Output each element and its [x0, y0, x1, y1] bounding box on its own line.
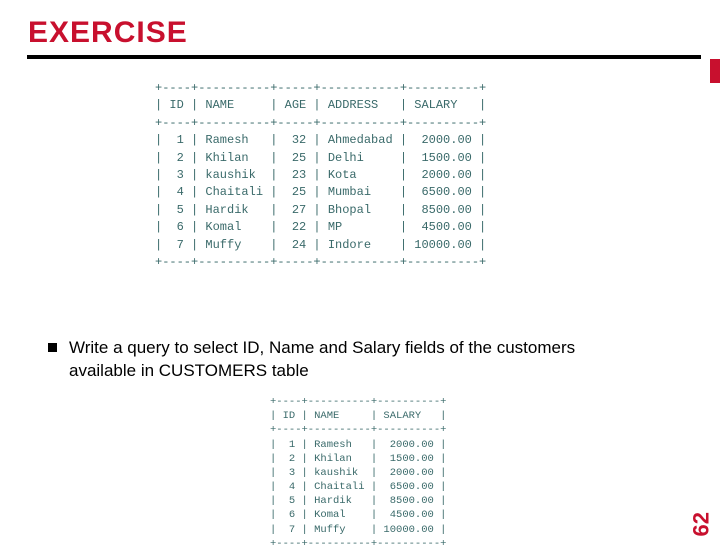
title-underline: [27, 55, 701, 59]
slide: EXERCISE +----+----------+-----+--------…: [0, 0, 720, 540]
bullet-square-icon: [48, 343, 57, 352]
customers-result-table: +----+----------+----------+ | ID | NAME…: [270, 395, 485, 551]
customers-full-table: +----+----------+-----+-----------+-----…: [155, 80, 473, 271]
bullet-line1: Write a query to select ID, Name and Sal…: [69, 338, 575, 357]
bullet-line2: available in CUSTOMERS table: [69, 360, 688, 383]
page-title: EXERCISE: [28, 16, 188, 50]
accent-strip: [710, 59, 720, 83]
customers-full-ascii: +----+----------+-----+-----------+-----…: [155, 80, 473, 271]
exercise-bullet: Write a query to select ID, Name and Sal…: [48, 337, 688, 383]
page-number: 62: [688, 512, 714, 536]
customers-result-ascii: +----+----------+----------+ | ID | NAME…: [270, 395, 485, 551]
